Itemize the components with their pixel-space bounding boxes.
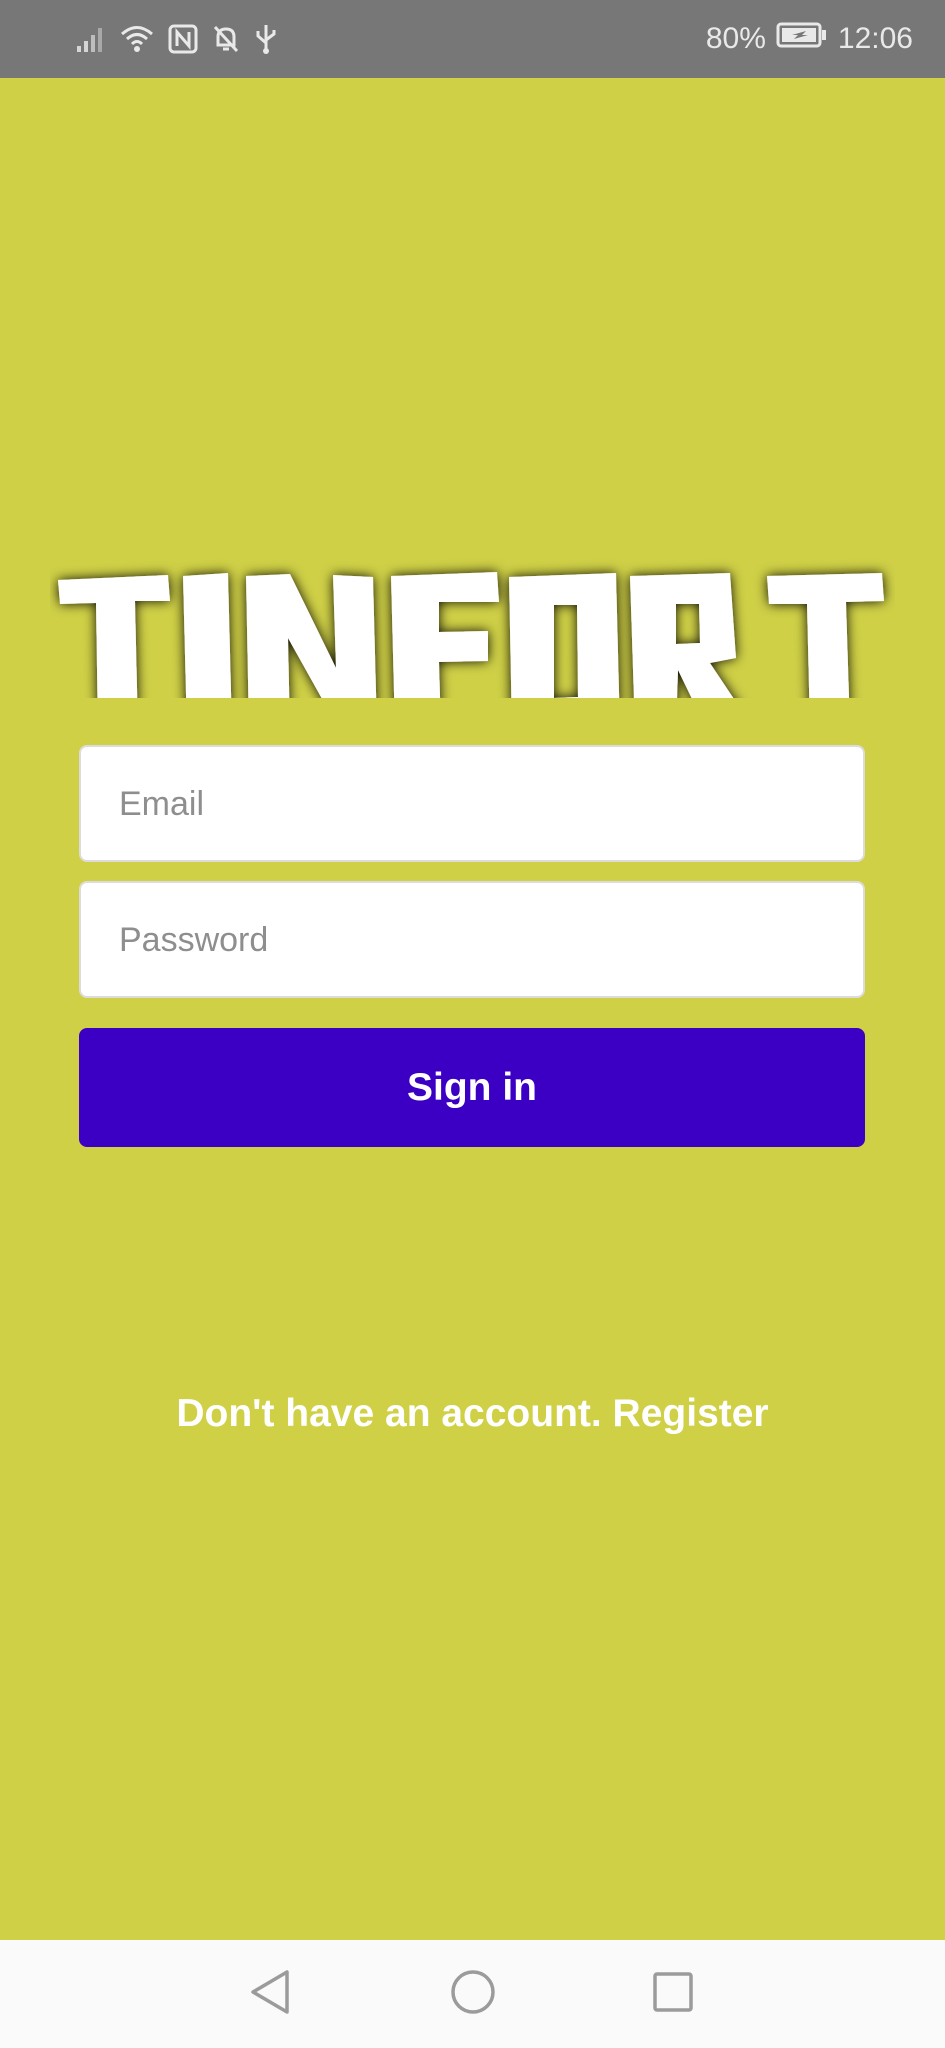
register-link[interactable]: Don't have an account. Register (0, 1392, 945, 1436)
battery-icon (776, 21, 828, 57)
usb-icon (254, 23, 278, 55)
recents-button[interactable] (646, 1967, 700, 2021)
nfc-icon (168, 24, 198, 54)
signin-button[interactable]: Sign in (79, 1028, 865, 1147)
home-button[interactable] (446, 1967, 500, 2021)
back-button[interactable] (243, 1967, 297, 2021)
app-logo (50, 498, 895, 736)
status-bar: 80% 12:06 (0, 0, 945, 78)
recents-icon (650, 1969, 696, 2020)
password-input[interactable] (117, 883, 841, 998)
email-field[interactable] (79, 745, 865, 862)
battery-percent: 80% (705, 22, 766, 55)
password-field[interactable] (79, 881, 865, 998)
clock: 12:06 (837, 22, 913, 55)
login-screen (0, 78, 945, 1940)
back-icon (247, 1967, 293, 2022)
wifi-icon (120, 24, 154, 54)
navigation-bar (0, 1940, 945, 2048)
email-input[interactable] (117, 747, 841, 862)
status-info-right: 80% 12:06 (706, 18, 913, 60)
status-icons-left (76, 21, 278, 57)
signal-icon (76, 24, 106, 54)
home-icon (448, 1967, 498, 2022)
mute-bell-icon (212, 24, 240, 54)
